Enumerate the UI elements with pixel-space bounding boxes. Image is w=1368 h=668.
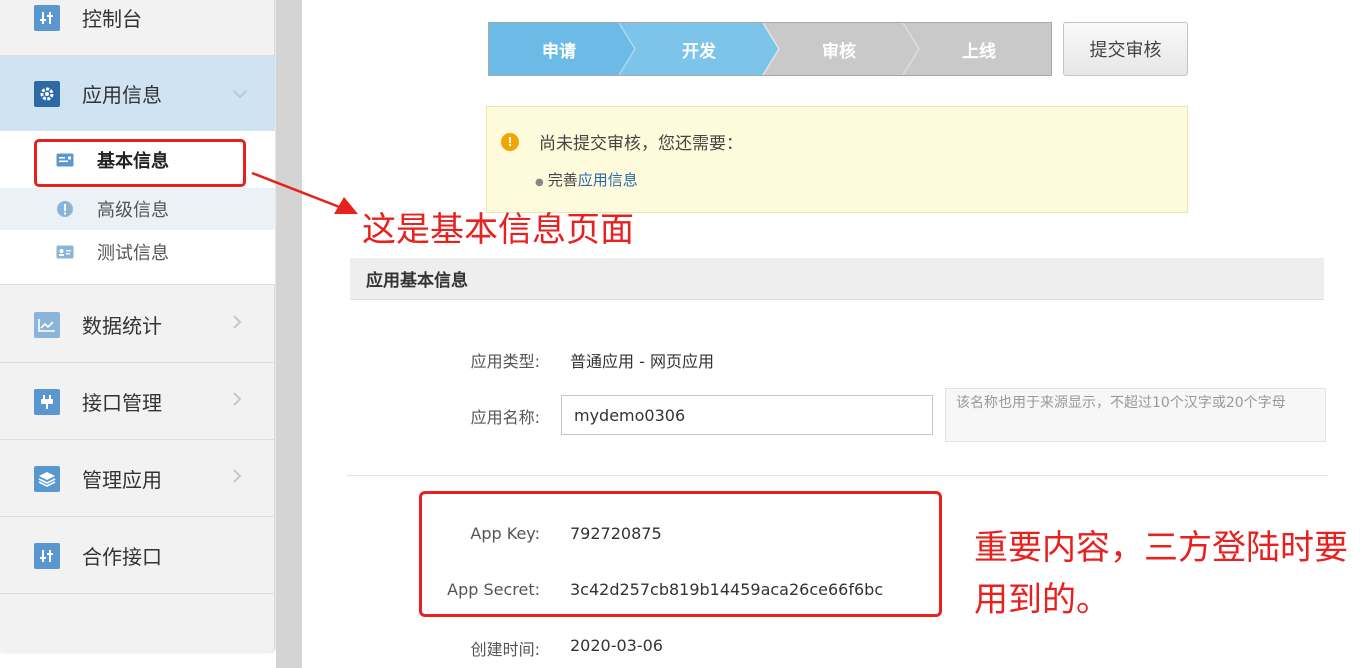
annotation-key-note: 重要内容，三方登陆时要用到的。 (974, 528, 1348, 620)
annotation-page-note: 这是基本信息页面 (362, 210, 634, 250)
